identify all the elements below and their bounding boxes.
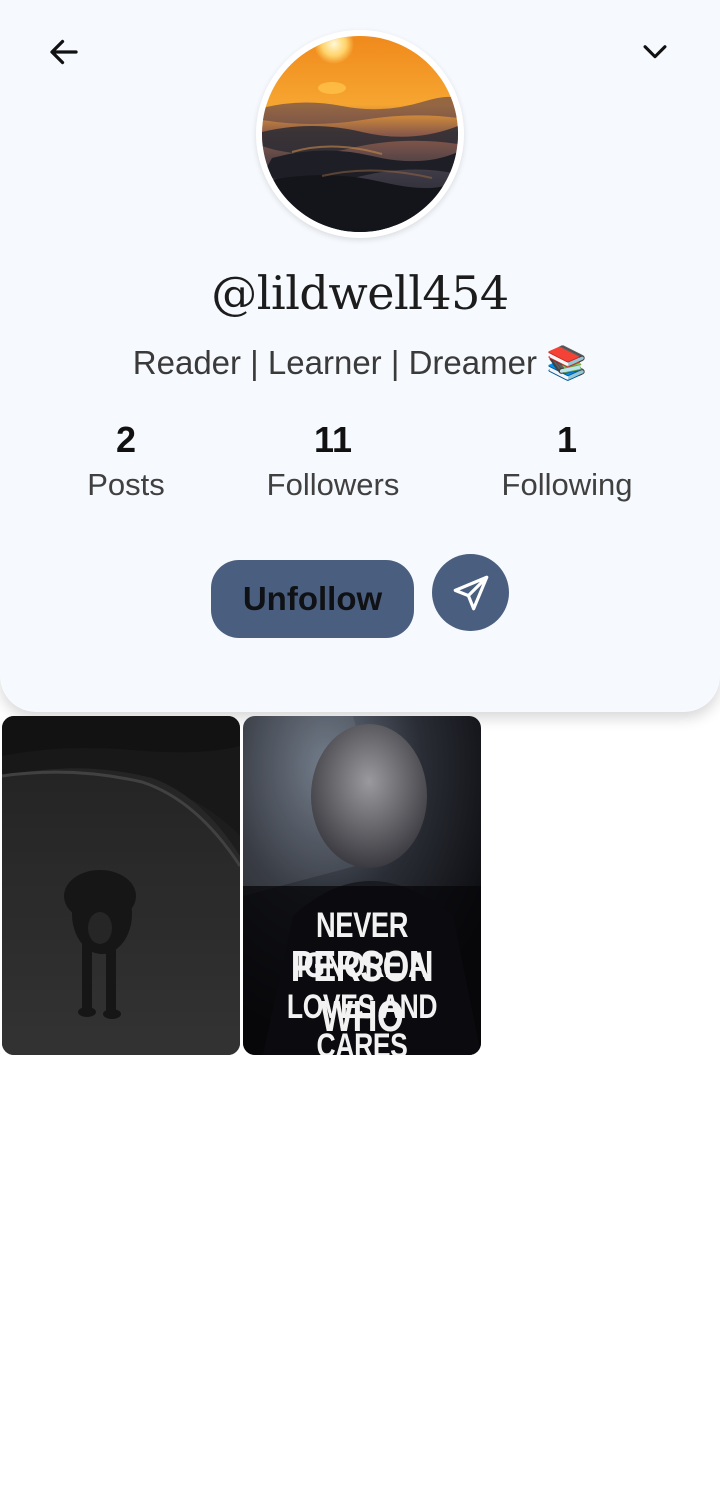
chevron-down-icon bbox=[643, 45, 667, 59]
sunset-ocean-avatar bbox=[262, 36, 458, 232]
post-thumbnail-quote[interactable]: NEVER IGNORE A PERSON WHO LOVES AND CARE… bbox=[243, 716, 481, 1055]
followers-count: 11 bbox=[313, 419, 353, 460]
post-caption-line: LOVES AND CARES bbox=[286, 988, 438, 1055]
following-label: Following bbox=[501, 467, 633, 502]
posts-count: 2 bbox=[115, 419, 137, 460]
posts-label: Posts bbox=[87, 467, 165, 502]
profile-username: @lildwell454 bbox=[211, 266, 509, 320]
more-options-button[interactable] bbox=[630, 26, 680, 76]
message-button[interactable] bbox=[432, 554, 509, 631]
avatar[interactable] bbox=[256, 30, 464, 238]
followers-label: Followers bbox=[266, 467, 400, 502]
profile-header-card: @lildwell454 Reader | Learner | Dreamer … bbox=[0, 0, 720, 712]
post-thumbnail-lion[interactable] bbox=[2, 716, 240, 1055]
following-stat[interactable]: 1 Following bbox=[467, 418, 667, 508]
send-icon bbox=[453, 575, 488, 610]
lion-walking-road-image bbox=[2, 716, 240, 1055]
following-count: 1 bbox=[556, 419, 578, 460]
profile-bio: Reader | Learner | Dreamer 📚 bbox=[132, 344, 588, 381]
arrow-left-icon bbox=[50, 39, 78, 65]
posts-stat[interactable]: 2 Posts bbox=[26, 418, 226, 508]
profile-page: @lildwell454 Reader | Learner | Dreamer … bbox=[0, 0, 720, 1490]
back-button[interactable] bbox=[40, 28, 88, 76]
followers-stat[interactable]: 11 Followers bbox=[233, 418, 433, 508]
unfollow-button[interactable]: Unfollow bbox=[211, 560, 414, 638]
